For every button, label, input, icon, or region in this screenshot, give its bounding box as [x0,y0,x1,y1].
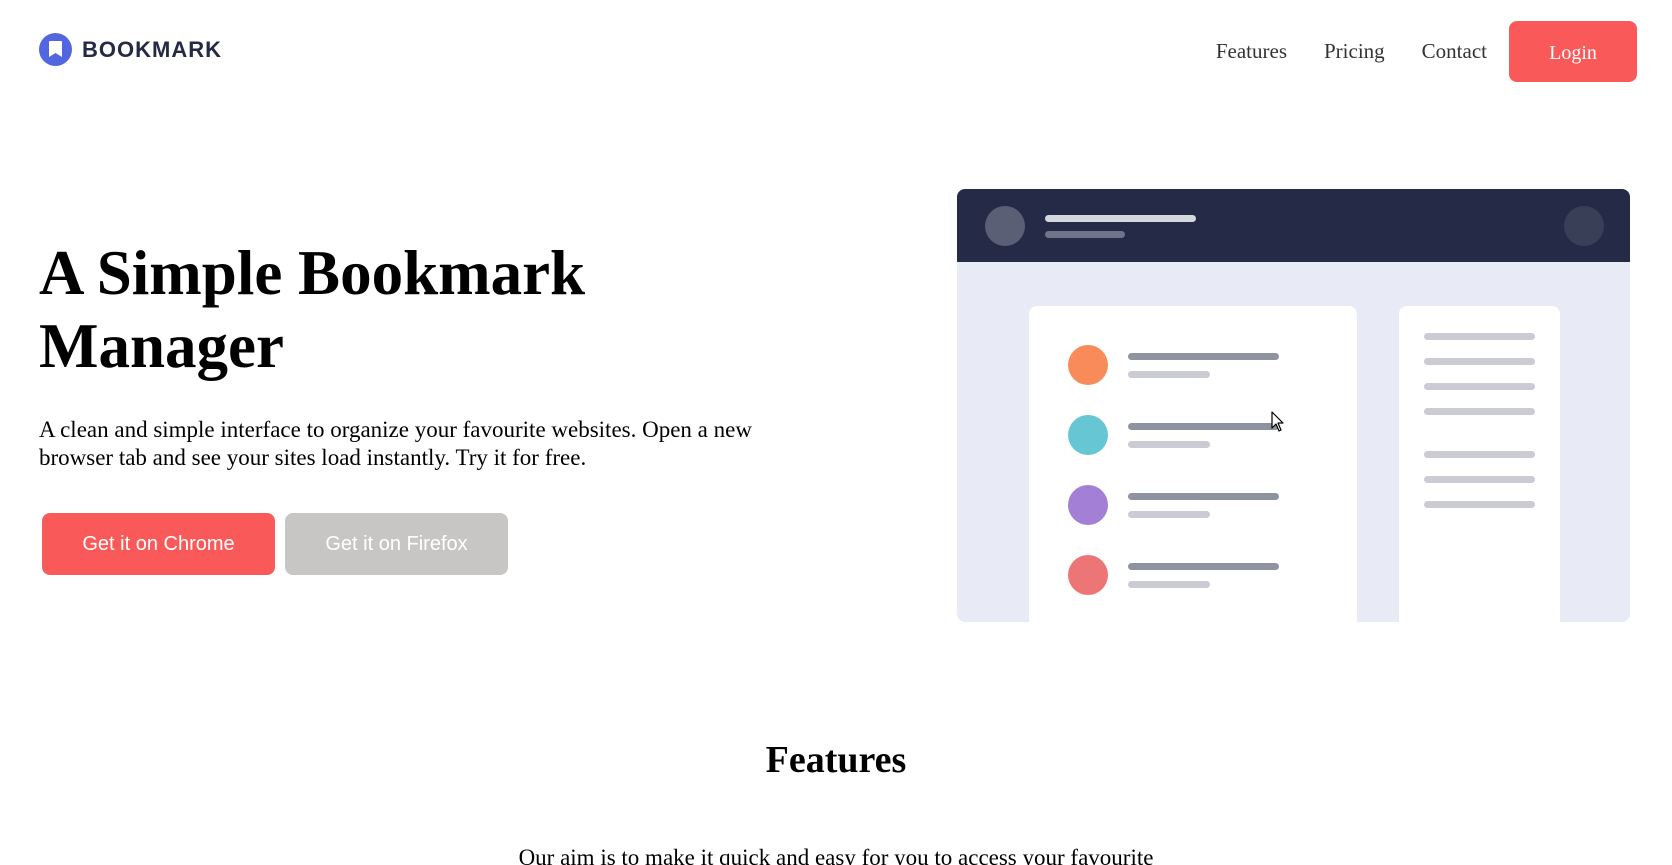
bookmark-line [1128,511,1210,518]
side-line [1424,476,1535,483]
illustration-avatar [985,206,1025,246]
brand-name: BOOKMARK [82,36,222,62]
side-line [1424,408,1535,415]
top-navigation: BOOKMARK Features Pricing Contact Login [0,0,1672,100]
side-line [1424,383,1535,390]
bookmark-line [1128,423,1279,430]
bookmark-dot [1068,415,1108,455]
illustration-side-panel [1399,306,1560,622]
get-chrome-button[interactable]: Get it on Chrome [42,513,275,575]
features-heading: Features [765,739,907,781]
login-button[interactable]: Login [1509,21,1637,82]
bookmark-line [1128,353,1279,360]
bookmark-line [1128,493,1279,500]
side-line [1424,358,1535,365]
side-line [1424,501,1535,508]
nav-link-pricing[interactable]: Pricing [1324,39,1385,64]
illustration-header-bar [1045,231,1125,238]
hero-description: A clean and simple interface to organize… [39,417,752,470]
nav-link-contact[interactable]: Contact [1422,39,1487,64]
brand-logo[interactable]: BOOKMARK [39,33,222,66]
nav-links: Features Pricing Contact Login [1216,21,1637,82]
bookmark-line [1128,441,1210,448]
bookmark-dot [1068,345,1108,385]
bookmark-icon [39,33,72,66]
illustration-menu-dot [1564,206,1604,246]
bookmark-dot [1068,555,1108,595]
illustration-header [957,189,1630,262]
get-firefox-button[interactable]: Get it on Firefox [285,513,508,575]
illustration-bookmark-panel [1029,306,1357,622]
illustration-header-bar [1045,215,1196,222]
bookmark-line [1128,371,1210,378]
mouse-cursor-icon [1271,411,1284,432]
features-description: Our aim is to make it quick and easy for… [518,845,1154,865]
hero-title: A Simple Bookmark Manager [39,238,586,381]
side-line [1424,333,1535,340]
bookmark-line [1128,581,1210,588]
bookmark-dot [1068,485,1108,525]
side-line [1424,451,1535,458]
hero-illustration [957,189,1630,622]
nav-link-features[interactable]: Features [1216,39,1287,64]
bookmark-line [1128,563,1279,570]
